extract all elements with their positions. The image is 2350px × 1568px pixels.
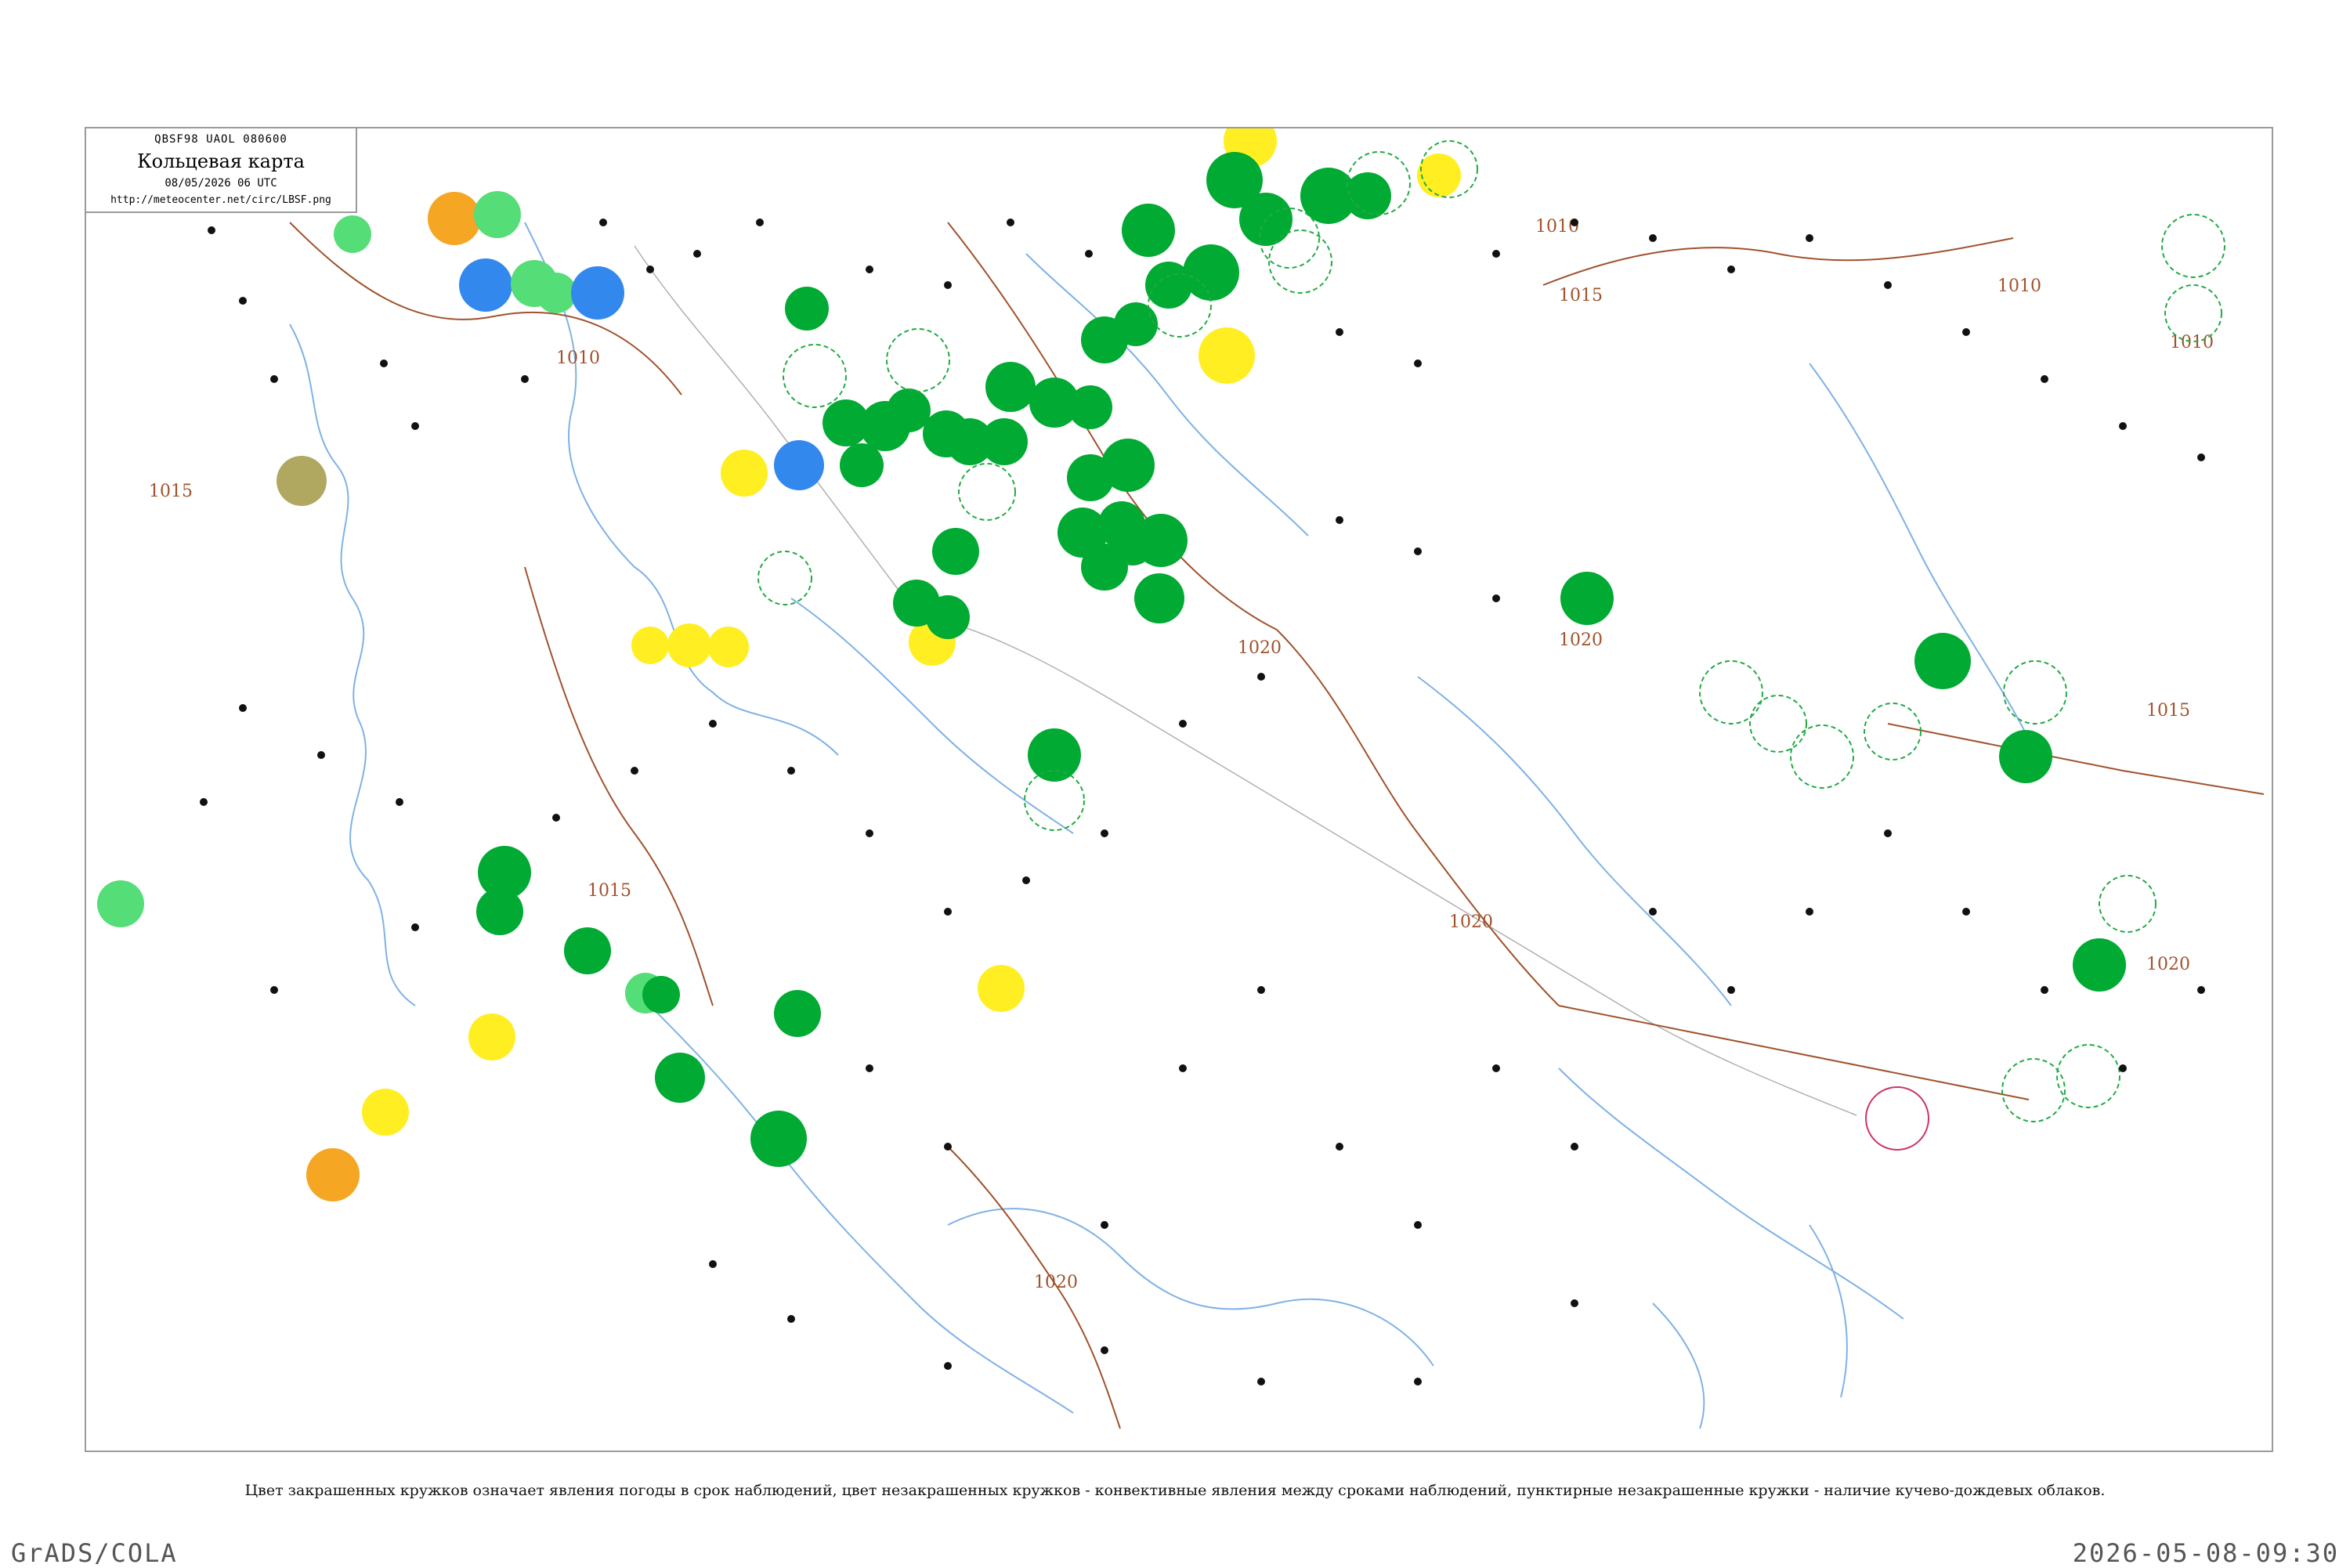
isobars xyxy=(289,222,2265,1429)
station-dots xyxy=(200,219,2205,1386)
station-precip-rain xyxy=(642,976,680,1013)
station-precip-rain xyxy=(981,418,1028,465)
station-snow xyxy=(459,258,512,312)
station-precip-rain xyxy=(1111,522,1155,565)
coastline-black-sea xyxy=(947,1208,1434,1367)
isobar-label: 1020 xyxy=(1034,1273,1078,1292)
river-south-east xyxy=(1558,1068,1904,1320)
station-circles xyxy=(97,128,2126,1201)
station-snow xyxy=(774,440,824,490)
station-precip-rain xyxy=(1134,573,1184,623)
station-precip-light xyxy=(536,273,577,313)
station-precip-rain xyxy=(774,990,821,1037)
station-precip-rain xyxy=(1914,633,1971,689)
isobar-label: 1020 xyxy=(2146,955,2190,974)
station-fog xyxy=(362,1089,409,1136)
station-precip-rain xyxy=(887,388,931,432)
station-precip-rain xyxy=(1122,204,1175,257)
isobar-label: 1020 xyxy=(1559,630,1603,650)
station-fog xyxy=(667,623,711,667)
isobar-label: 1010 xyxy=(2170,333,2214,352)
station-precip-rain xyxy=(932,528,979,575)
thunder-rings xyxy=(1865,1086,1929,1151)
station-precip-rain xyxy=(840,443,884,487)
isobar-label: 1010 xyxy=(556,349,600,368)
station-fog xyxy=(721,450,768,497)
software-credit: GrADS/COLA xyxy=(11,1538,178,1568)
isobar-label: 1015 xyxy=(588,881,631,901)
station-precip-rain xyxy=(1999,730,2052,783)
station-precip-rain xyxy=(1344,172,1391,219)
station-precip-rain xyxy=(750,1111,807,1167)
map-canvas: 1010 1010 1015 1015 1015 1020 1020 1020 … xyxy=(97,128,2265,1429)
station-precip-rain xyxy=(1183,244,1239,301)
station-thunder xyxy=(428,192,481,245)
map-datetime: 08/05/2026 06 UTC xyxy=(164,177,277,190)
river-east-1 xyxy=(1417,676,1732,1006)
legend-caption: Цвет закрашенных кружков означает явлени… xyxy=(244,1482,2106,1499)
source-url[interactable]: http://meteocenter.net/circ/LBSF.png xyxy=(86,194,356,206)
isobar-labels: 1010 1010 1015 1015 1015 1020 1020 1020 … xyxy=(149,217,2214,1292)
station-fog xyxy=(708,627,749,667)
render-timestamp: 2026-05-08-09:30 xyxy=(2072,1538,2339,1568)
isobar-label: 1015 xyxy=(2146,701,2190,721)
coastline-west xyxy=(289,323,416,1006)
station-precip-rain xyxy=(785,287,829,331)
synoptic-map: 1010 1010 1015 1015 1015 1020 1020 1020 … xyxy=(85,127,2273,1452)
isobar-1015-east xyxy=(1887,723,2265,795)
station-precip-rain xyxy=(2073,938,2126,992)
station-thunder xyxy=(306,1148,360,1201)
station-fog xyxy=(978,965,1025,1012)
station-precip-rain xyxy=(1067,454,1114,501)
station-precip-light xyxy=(334,215,371,253)
map-title: Кольцевая карта xyxy=(137,150,305,172)
station-precip-rain xyxy=(655,1053,705,1103)
coastlines xyxy=(289,222,2030,1429)
station-precip-rain xyxy=(1068,385,1112,429)
station-fog xyxy=(631,627,669,664)
station-precip-rain xyxy=(1560,572,1614,625)
isobar-label: 1015 xyxy=(149,482,193,501)
river-east-2 xyxy=(1809,363,2030,740)
station-precip-rain xyxy=(564,927,611,974)
station-precip-rain xyxy=(1114,302,1158,346)
isobar-label: 1020 xyxy=(1238,638,1282,658)
isobar-label: 1020 xyxy=(1449,912,1493,932)
isobar-1020-east xyxy=(1558,1005,2030,1100)
station-precip-rain xyxy=(926,595,970,639)
coastline-caspian xyxy=(1652,1224,1848,1429)
isobar-label: 1010 xyxy=(1998,276,2041,296)
bulletin-code: QBSF98 UAOL 080600 xyxy=(154,133,287,146)
map-title-box: QBSF98 UAOL 080600 Кольцевая карта 08/05… xyxy=(86,128,357,213)
station-fog xyxy=(1417,154,1461,197)
station-dust xyxy=(277,456,327,506)
station-snow xyxy=(571,266,624,320)
coastline-south xyxy=(634,989,1074,1414)
station-precip-rain xyxy=(985,362,1036,412)
station-precip-rain xyxy=(476,888,523,935)
isobar-1020-center xyxy=(1276,629,1560,1006)
isobar-1010-northeast xyxy=(1542,237,2014,286)
station-precip-rain xyxy=(1028,728,1081,782)
station-precip-light xyxy=(474,191,521,238)
isobar-label: 1015 xyxy=(1559,286,1603,305)
station-fog xyxy=(1198,327,1255,384)
station-fog xyxy=(468,1013,515,1060)
station-precip-light xyxy=(97,880,144,927)
